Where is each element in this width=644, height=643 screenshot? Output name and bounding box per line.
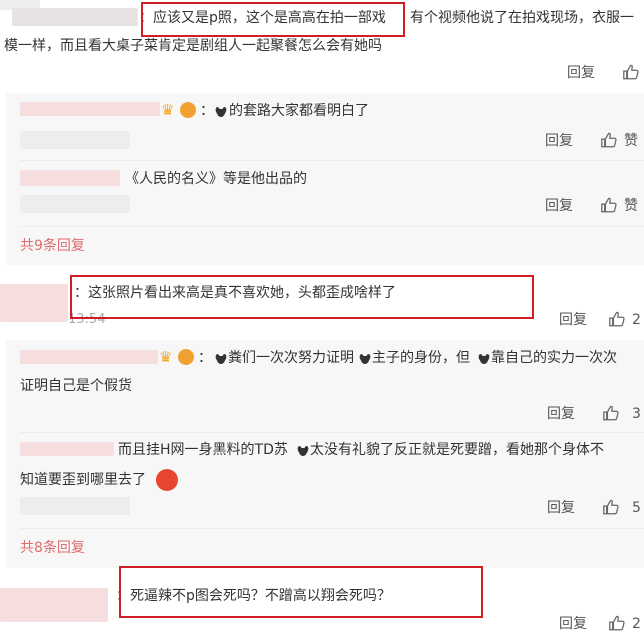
reply-username[interactable] bbox=[20, 350, 158, 364]
reply-text-prefix: ： bbox=[198, 350, 212, 366]
reply-text-blurred bbox=[20, 497, 130, 515]
like-icon[interactable] bbox=[600, 196, 618, 214]
reply-text: 太没有礼貌了反正就是死要蹭，看她那个身体不 bbox=[310, 442, 604, 458]
divider bbox=[20, 432, 644, 433]
reply-button[interactable]: 回复 bbox=[545, 131, 573, 151]
comment-2: ：这张照片看出来高是真不喜欢她，头都歪成啥样了 13:54 回复 2 bbox=[0, 272, 644, 336]
avatar[interactable] bbox=[0, 588, 108, 622]
like-icon[interactable] bbox=[602, 498, 620, 516]
more-replies-link[interactable]: 共8条回复 bbox=[20, 538, 85, 558]
reply-text: 的套路大家都看明白了 bbox=[229, 103, 369, 119]
comment-1: ：应该又是p照，这个是高高在拍一部戏 有个视频他说了在拍戏现场，衣服一 模一样，… bbox=[0, 0, 644, 90]
highlight-box bbox=[141, 2, 405, 37]
highlight-box bbox=[70, 275, 534, 319]
reply-text: 靠自己的实力一次次 bbox=[491, 350, 617, 366]
more-replies-link[interactable]: 共9条回复 bbox=[20, 236, 85, 256]
reply-button[interactable]: 回复 bbox=[545, 196, 573, 216]
dog-icon bbox=[477, 352, 491, 366]
like-icon[interactable] bbox=[622, 63, 640, 81]
like-label[interactable]: 赞 bbox=[624, 131, 638, 151]
comment-text-tail: 有个视频他说了在拍戏现场，衣服一 bbox=[410, 10, 634, 26]
reply-text-blurred bbox=[20, 131, 130, 149]
reply-username[interactable] bbox=[20, 170, 120, 186]
like-count: 3 bbox=[632, 406, 641, 422]
like-count: 2 bbox=[632, 616, 641, 632]
highlight-box bbox=[119, 566, 483, 618]
reply-text-prefix: ： bbox=[200, 103, 214, 119]
angry-face-icon bbox=[156, 469, 178, 491]
reply-text-blurred bbox=[20, 195, 130, 213]
reply-button[interactable]: 回复 bbox=[559, 310, 587, 330]
like-count: 5 bbox=[632, 500, 641, 516]
divider bbox=[20, 528, 644, 529]
divider bbox=[20, 226, 644, 227]
reply-thread-2: ♛ ： 粪们一次次努力证明 主子的身份，但 靠自己的实力一次次 证明自己是个假货… bbox=[6, 340, 644, 568]
reply-button[interactable]: 回复 bbox=[559, 614, 587, 634]
reply-username[interactable] bbox=[20, 442, 114, 456]
reply-text-line2: 证明自己是个假货 bbox=[20, 378, 132, 394]
like-label[interactable]: 赞 bbox=[624, 196, 638, 216]
divider bbox=[20, 160, 644, 161]
reply-button[interactable]: 回复 bbox=[567, 63, 595, 83]
reply-button[interactable]: 回复 bbox=[547, 498, 575, 518]
like-count: 2 bbox=[632, 312, 641, 328]
comment-text-line2: 模一样，而且看大桌子菜肯定是剧组人一起聚餐怎么会有她吗 bbox=[4, 38, 382, 54]
reply-button[interactable]: 回复 bbox=[547, 404, 575, 424]
level-badge-icon bbox=[180, 102, 196, 118]
dog-icon bbox=[214, 105, 228, 119]
dog-icon bbox=[214, 352, 228, 366]
vip-crown-icon: ♛ bbox=[159, 348, 173, 366]
dog-icon bbox=[358, 352, 372, 366]
like-icon[interactable] bbox=[608, 614, 626, 632]
like-icon[interactable] bbox=[602, 404, 620, 422]
level-badge-icon bbox=[178, 349, 194, 365]
like-icon[interactable] bbox=[608, 310, 626, 328]
vip-crown-icon: ♛ bbox=[161, 101, 175, 119]
reply-username[interactable] bbox=[20, 102, 160, 116]
dog-icon bbox=[296, 444, 310, 458]
like-icon[interactable] bbox=[600, 131, 618, 149]
reply-text: 主子的身份，但 bbox=[372, 350, 470, 366]
reply-thread-1: ♛ ： 的套路大家都看明白了 回复 赞 《人民的名义》等是他出品的 回复 赞 共… bbox=[6, 93, 644, 265]
username-blurred[interactable] bbox=[12, 8, 138, 26]
reply-text: 《人民的名义》等是他出品的 bbox=[125, 171, 307, 187]
reply-text-line2: 知道要歪到哪里去了 bbox=[20, 472, 146, 488]
reply-text: 粪们一次次努力证明 bbox=[228, 350, 354, 366]
avatar[interactable] bbox=[0, 284, 68, 322]
reply-text: 而且挂H网一身黑料的TD苏 bbox=[118, 442, 288, 458]
comment-3: ：死逼辣不p图会死吗？不蹭高以翔会死吗？ 回复 2 bbox=[0, 566, 644, 643]
